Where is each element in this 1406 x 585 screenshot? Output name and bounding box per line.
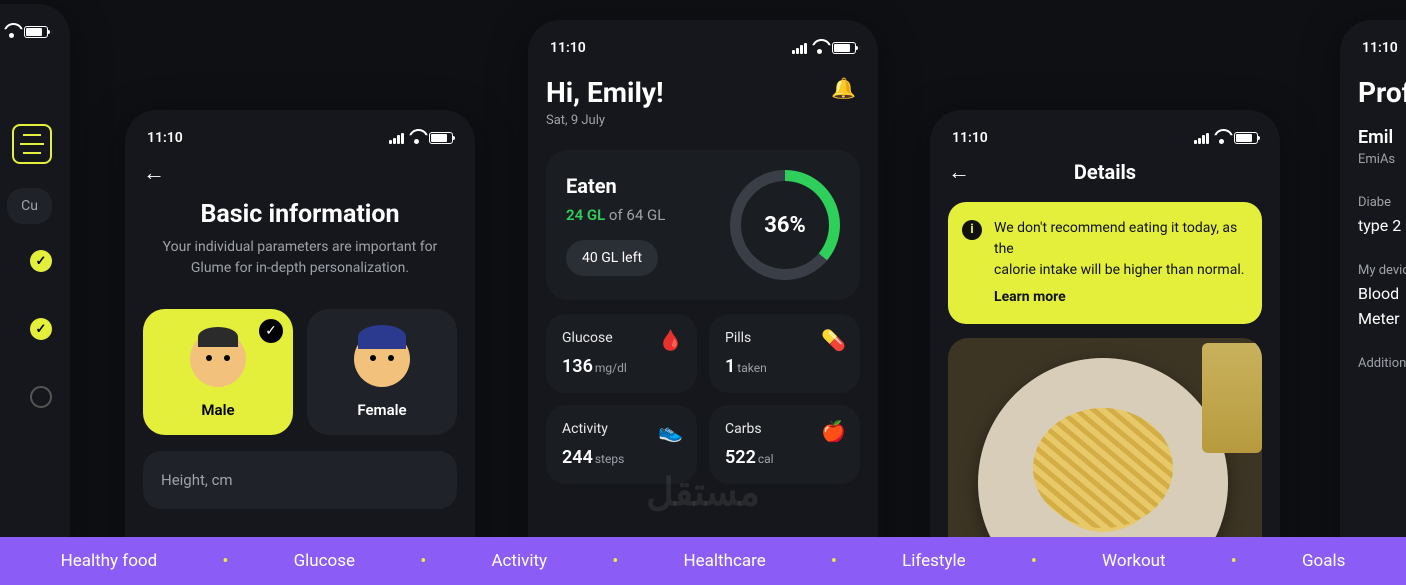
profile-handle: EmiAs <box>1358 152 1406 167</box>
dot-icon: • <box>1031 551 1037 572</box>
avatar-male-icon <box>190 331 246 387</box>
bar-item-goals[interactable]: Goals <box>1302 551 1345 571</box>
gender-option-male[interactable]: ✓ Male <box>143 309 293 435</box>
bar-item-workout[interactable]: Workout <box>1102 551 1166 571</box>
eaten-title: Eaten <box>566 174 665 198</box>
stat-value: 522cal <box>725 447 844 468</box>
diabetes-value: type 2 <box>1358 216 1406 235</box>
food-image <box>948 338 1262 537</box>
status-bar: 11:10 <box>143 128 457 160</box>
stat-glucose[interactable]: 🩸 Glucose 136mg/dl <box>546 314 697 393</box>
signal-icon <box>792 43 807 54</box>
gl-progress: 24 GL of 64 GL <box>566 206 665 224</box>
phone-basic-info: 11:10 ← Basic information Your individua… <box>125 110 475 537</box>
page-title: Basic information <box>143 200 457 229</box>
stat-activity[interactable]: 👟 Activity 244steps <box>546 405 697 484</box>
status-time: 11:10 <box>952 130 988 146</box>
stat-pills[interactable]: 💊 Pills 1taken <box>709 314 860 393</box>
battery-icon <box>1234 132 1258 144</box>
back-button[interactable]: ← <box>948 159 970 185</box>
bar-item-activity[interactable]: Activity <box>491 551 547 571</box>
phone-profile: 11:10 Prof Emil EmiAs Diabe type 2 My de… <box>1340 20 1406 537</box>
status-icons <box>792 42 856 54</box>
stat-carbs[interactable]: 🍎 Carbs 522cal <box>709 405 860 484</box>
stat-value: 136mg/dl <box>562 356 681 377</box>
eaten-card[interactable]: Eaten 24 GL of 64 GL 40 GL left 36% <box>546 150 860 300</box>
progress-percent: 36% <box>764 213 806 238</box>
status-time: 11:10 <box>550 40 586 56</box>
list-uncheck-icon[interactable] <box>30 386 52 408</box>
bar-item-healthcare[interactable]: Healthcare <box>684 551 766 571</box>
warning-banner: i We don't recommend eating it today, as… <box>948 202 1262 324</box>
current-date: Sat, 9 July <box>546 113 860 128</box>
dot-icon: • <box>612 551 618 572</box>
phone-partial-left: 11:10 ipes Cu ✓ ✓ <box>0 4 70 537</box>
profile-name: Emil <box>1358 127 1406 148</box>
height-input[interactable]: Height, cm <box>143 451 457 509</box>
dot-icon: • <box>831 551 837 572</box>
list-check-icon[interactable]: ✓ <box>30 250 52 272</box>
wifi-icon <box>1214 133 1229 144</box>
avatar-female-icon <box>354 331 410 387</box>
shoe-icon: 👟 <box>658 419 683 443</box>
learn-more-link[interactable]: Learn more <box>994 287 1246 308</box>
status-icons <box>1194 132 1258 144</box>
device-label: My device <box>1358 263 1406 278</box>
status-bar: 11:10 <box>948 128 1262 160</box>
phone-dashboard: 11:10 Hi, Emily! Sat, 9 July 🔔 Eaten 24 … <box>528 20 878 537</box>
wifi-icon <box>812 43 827 54</box>
back-button[interactable]: ← <box>143 160 457 186</box>
stat-value: 1taken <box>725 356 844 377</box>
category-bar: Healthy food • Glucose • Activity • Heal… <box>0 537 1406 585</box>
apple-icon: 🍎 <box>821 419 846 443</box>
status-bar: 11:10 <box>1358 38 1406 70</box>
dot-icon: • <box>222 551 228 572</box>
input-label: Height, cm <box>161 471 233 489</box>
status-time: 11:10 <box>1362 40 1398 56</box>
page-title: Prof <box>1358 76 1406 109</box>
battery-icon <box>832 42 856 54</box>
tab-custom[interactable]: Cu <box>7 188 52 224</box>
battery-icon <box>24 26 48 38</box>
gender-label: Female <box>307 401 457 419</box>
diabetes-label: Diabe <box>1358 195 1406 210</box>
battery-icon <box>429 132 453 144</box>
progress-ring: 36% <box>730 170 840 280</box>
dot-icon: • <box>420 551 426 572</box>
stat-value: 244steps <box>562 447 681 468</box>
gender-label: Male <box>143 401 293 419</box>
dot-icon: • <box>1231 551 1237 572</box>
wifi-icon <box>409 133 424 144</box>
signal-icon <box>389 133 404 144</box>
bell-icon[interactable]: 🔔 <box>831 76 856 100</box>
phone-details: 11:10 ← Details i We don't recommend eat… <box>930 110 1280 537</box>
additional-label: Additiona <box>1358 356 1406 371</box>
status-bar: 11:10 <box>0 22 52 54</box>
wifi-icon <box>4 27 19 38</box>
device-value-2: Meter <box>1358 309 1406 328</box>
info-icon: i <box>962 220 982 240</box>
pill-icon: 💊 <box>821 328 846 352</box>
barcode-scan-icon[interactable] <box>12 124 52 164</box>
check-icon: ✓ <box>259 319 283 343</box>
signal-icon <box>1194 133 1209 144</box>
blood-drop-icon: 🩸 <box>658 328 683 352</box>
gender-option-female[interactable]: Female <box>307 309 457 435</box>
status-bar: 11:10 <box>546 38 860 70</box>
bar-item-healthy-food[interactable]: Healthy food <box>61 551 158 571</box>
status-icons <box>389 132 453 144</box>
page-subtitle: Your individual parameters are important… <box>143 237 457 279</box>
bar-item-glucose[interactable]: Glucose <box>294 551 355 571</box>
gl-left-pill: 40 GL left <box>566 240 658 276</box>
warning-text: We don't recommend eating it today, as t… <box>994 220 1244 278</box>
status-time: 11:10 <box>147 130 183 146</box>
greeting-title: Hi, Emily! <box>546 76 860 109</box>
device-value-1: Blood <box>1358 284 1406 303</box>
bar-item-lifestyle[interactable]: Lifestyle <box>902 551 966 571</box>
page-title: Details <box>948 160 1262 184</box>
status-icons <box>0 26 48 38</box>
list-check-icon[interactable]: ✓ <box>30 318 52 340</box>
